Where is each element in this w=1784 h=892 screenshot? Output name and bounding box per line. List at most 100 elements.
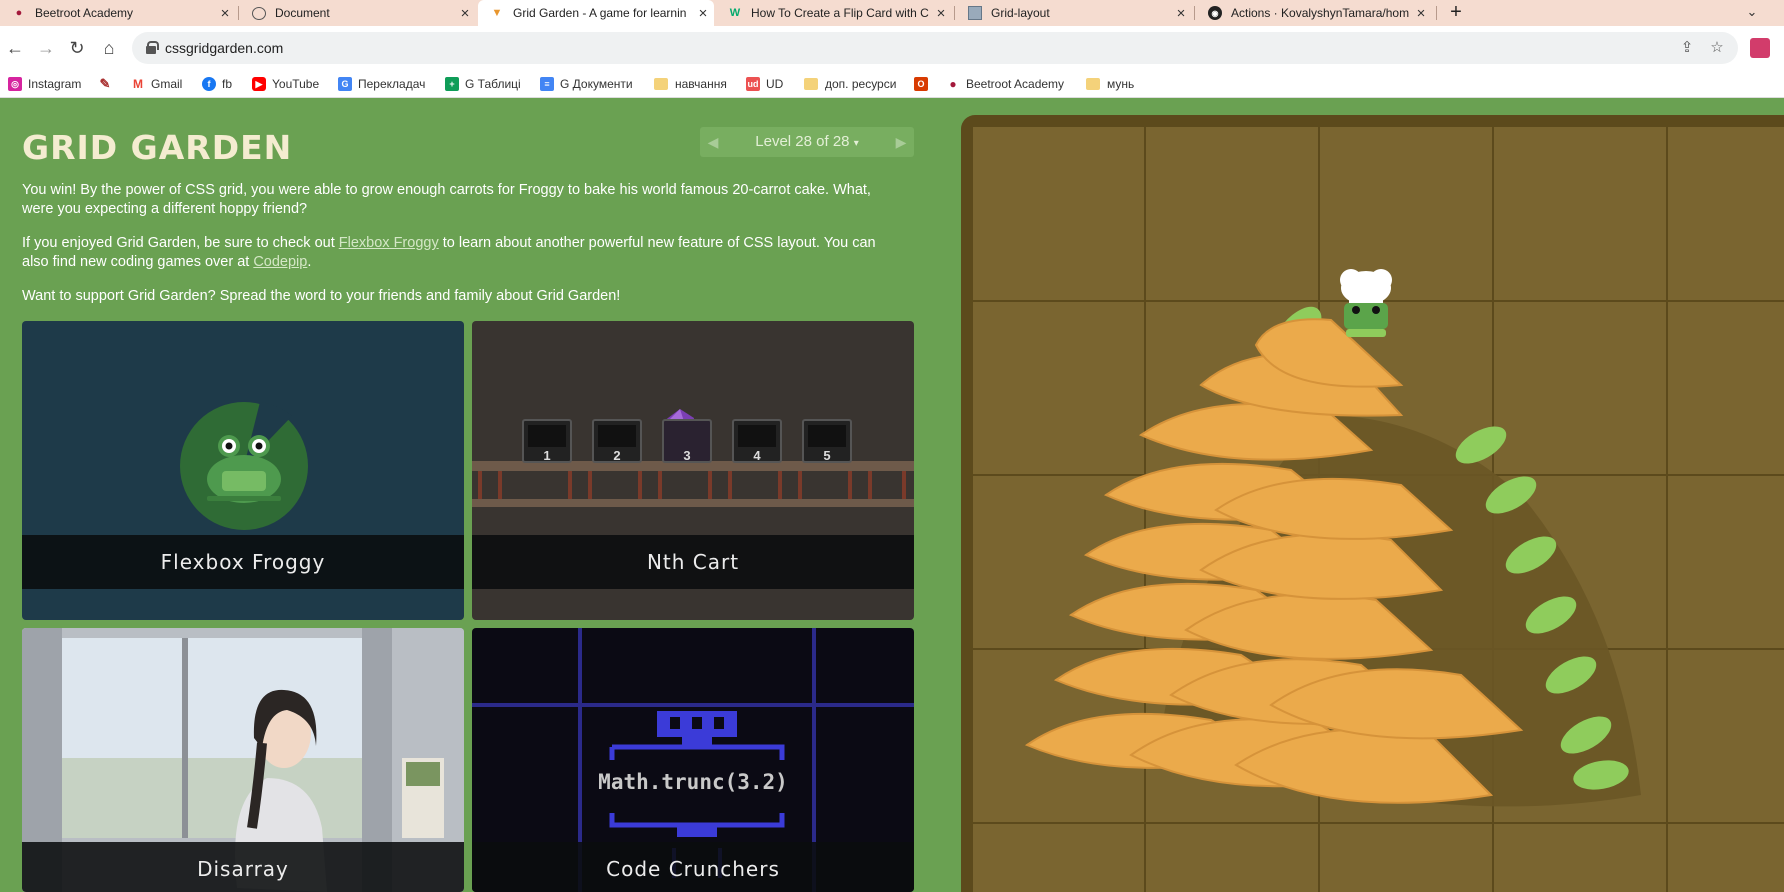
caret-down-icon: ▾ bbox=[853, 138, 859, 149]
reload-icon[interactable]: ↻ bbox=[62, 26, 92, 70]
url-text[interactable]: cssgridgarden.com bbox=[165, 40, 283, 56]
facebook-icon: f bbox=[202, 77, 216, 91]
win-message: You win! By the power of CSS grid, you w… bbox=[22, 182, 871, 217]
tab-search-chevron-icon[interactable]: ⌄ bbox=[1740, 0, 1764, 26]
promo-message: If you enjoyed Grid Garden, be sure to c… bbox=[22, 234, 902, 272]
next-level-arrow-icon[interactable]: ▶ bbox=[888, 127, 914, 157]
carrot-icon: ▼ bbox=[491, 7, 503, 19]
promo-text-end: . bbox=[307, 254, 312, 270]
previous-level-arrow-icon[interactable]: ◀ bbox=[700, 127, 726, 157]
close-icon[interactable]: × bbox=[214, 5, 236, 22]
bookmark-label: Beetroot Academy bbox=[966, 77, 1065, 91]
support-message: Want to support Grid Garden? Spread the … bbox=[22, 288, 621, 304]
back-arrow-icon[interactable]: ← bbox=[0, 26, 30, 70]
instagram-icon: ◎ bbox=[8, 77, 22, 91]
forward-arrow-icon[interactable]: → bbox=[31, 26, 61, 70]
bookmark-label: fb bbox=[222, 77, 233, 91]
tab-beetroot-academy[interactable]: ● Beetroot Academy × bbox=[0, 0, 236, 26]
bookmark-label: мунь bbox=[1107, 77, 1135, 91]
bookmark-label: Перекладач bbox=[358, 77, 426, 91]
bookmark-label: G Таблиці bbox=[465, 77, 521, 91]
mine-cart: 2 bbox=[592, 419, 642, 463]
card-nth-cart[interactable]: 1 2 3 4 5 Nth Cart bbox=[472, 321, 914, 620]
youtube-icon: ▶ bbox=[252, 77, 266, 91]
w3schools-icon: W bbox=[729, 7, 741, 19]
page-title: GRID GARDEN bbox=[22, 128, 293, 167]
bookmark-instagram[interactable]: ◎ Instagram bbox=[8, 70, 81, 98]
card-label: Code Crunchers bbox=[472, 842, 914, 892]
address-bar[interactable]: cssgridgarden.com ⇪ ☆ bbox=[132, 32, 1738, 64]
bookmark-label: UD bbox=[766, 77, 784, 91]
bookmark-translate[interactable]: G Перекладач bbox=[338, 70, 425, 98]
folder-icon bbox=[1086, 78, 1100, 90]
cart-number: 4 bbox=[753, 448, 761, 463]
cart-number: 5 bbox=[823, 448, 831, 463]
tab-grid-garden[interactable]: ▼ Grid Garden - A game for learnin × bbox=[478, 0, 714, 26]
close-icon[interactable]: × bbox=[930, 5, 952, 22]
card-label: Nth Cart bbox=[472, 535, 914, 589]
grid-page-icon bbox=[968, 6, 982, 20]
close-icon[interactable]: × bbox=[1410, 5, 1432, 22]
tab-title: Beetroot Academy bbox=[35, 6, 134, 20]
close-icon[interactable]: × bbox=[692, 5, 714, 22]
tab-document[interactable]: Document × bbox=[240, 0, 476, 26]
close-icon[interactable]: × bbox=[1170, 5, 1192, 22]
star-bookmark-icon[interactable]: ☆ bbox=[1706, 37, 1728, 59]
cart-number: 2 bbox=[613, 448, 621, 463]
tab-grid-layout[interactable]: Grid-layout × bbox=[956, 0, 1192, 26]
tab-flip-card[interactable]: W How To Create a Flip Card with C × bbox=[716, 0, 952, 26]
bookmark-feather[interactable]: ✎ bbox=[98, 70, 118, 98]
tab-bar: ● Beetroot Academy × Document × ▼ Grid G… bbox=[0, 0, 1784, 26]
card-code-crunchers[interactable]: Math.trunc(3.2) Code Crunchers bbox=[472, 628, 914, 892]
card-flexbox-froggy[interactable]: Flexbox Froggy bbox=[22, 321, 464, 620]
bookmark-label: G Документи bbox=[560, 77, 633, 91]
new-tab-button[interactable]: + bbox=[1444, 0, 1468, 26]
bookmark-gmail[interactable]: M Gmail bbox=[131, 70, 182, 98]
bookmark-fb[interactable]: f fb bbox=[202, 70, 232, 98]
bookmark-folder-mun[interactable]: мунь bbox=[1086, 70, 1134, 98]
sheets-icon: + bbox=[445, 77, 459, 91]
cart-number: 3 bbox=[683, 448, 691, 463]
bookmark-label: Gmail bbox=[151, 77, 183, 91]
card-label: Flexbox Froggy bbox=[22, 535, 464, 589]
browser-toolbar: ← → ↻ ⌂ cssgridgarden.com ⇪ ☆ bbox=[0, 26, 1784, 70]
code-text: Math.trunc(3.2) bbox=[598, 770, 788, 794]
tab-github-actions[interactable]: ◉ Actions · KovalyshynTamara/hom × bbox=[1196, 0, 1432, 26]
mine-cart-with-crystal: 3 bbox=[662, 419, 712, 463]
tab-title: How To Create a Flip Card with C bbox=[751, 6, 929, 20]
bookmark-office[interactable]: O bbox=[914, 70, 934, 98]
close-icon[interactable]: × bbox=[454, 5, 476, 22]
level-dropdown[interactable]: Level 28 of 28 ▾ bbox=[726, 127, 888, 157]
docs-icon: ≡ bbox=[540, 77, 554, 91]
tab-title: Actions · KovalyshynTamara/hom bbox=[1231, 6, 1410, 20]
bookmark-udemy[interactable]: ud UD bbox=[746, 70, 783, 98]
mine-cart: 5 bbox=[802, 419, 852, 463]
bookmark-youtube[interactable]: ▶ YouTube bbox=[252, 70, 319, 98]
feather-icon: ✎ bbox=[99, 76, 111, 91]
bookmark-folder-navchannia[interactable]: навчання bbox=[654, 70, 727, 98]
bookmark-label: доп. ресурси bbox=[825, 77, 897, 91]
bookmark-label: YouTube bbox=[272, 77, 320, 91]
bookmark-docs[interactable]: ≡ G Документи bbox=[540, 70, 633, 98]
beetroot-icon: ● bbox=[949, 77, 957, 91]
bookmark-folder-resources[interactable]: доп. ресурси bbox=[804, 70, 896, 98]
lock-icon bbox=[146, 41, 159, 54]
profile-avatar[interactable] bbox=[1750, 38, 1770, 58]
share-icon[interactable]: ⇪ bbox=[1676, 37, 1698, 59]
github-icon: ◉ bbox=[1208, 6, 1222, 20]
bookmark-beetroot[interactable]: ● Beetroot Academy bbox=[946, 70, 1064, 98]
gmail-icon: M bbox=[131, 77, 145, 91]
cart-number: 1 bbox=[543, 448, 551, 463]
level-label: Level 28 of 28 bbox=[755, 133, 850, 150]
translate-icon: G bbox=[338, 77, 352, 91]
card-disarray[interactable]: Disarray bbox=[22, 628, 464, 892]
globe-icon bbox=[252, 6, 266, 20]
mine-cart: 4 bbox=[732, 419, 782, 463]
codepip-link[interactable]: Codepip bbox=[253, 254, 307, 270]
home-icon[interactable]: ⌂ bbox=[94, 26, 124, 70]
level-selector: ◀ Level 28 of 28 ▾ ▶ bbox=[700, 127, 914, 157]
flexbox-froggy-link[interactable]: Flexbox Froggy bbox=[339, 235, 439, 251]
bookmark-sheets[interactable]: + G Таблиці bbox=[445, 70, 521, 98]
bookmarks-bar: ◎ Instagram ✎ M Gmail f fb ▶ YouTube G П… bbox=[0, 70, 1784, 98]
promo-text-start: If you enjoyed Grid Garden, be sure to c… bbox=[22, 235, 339, 251]
